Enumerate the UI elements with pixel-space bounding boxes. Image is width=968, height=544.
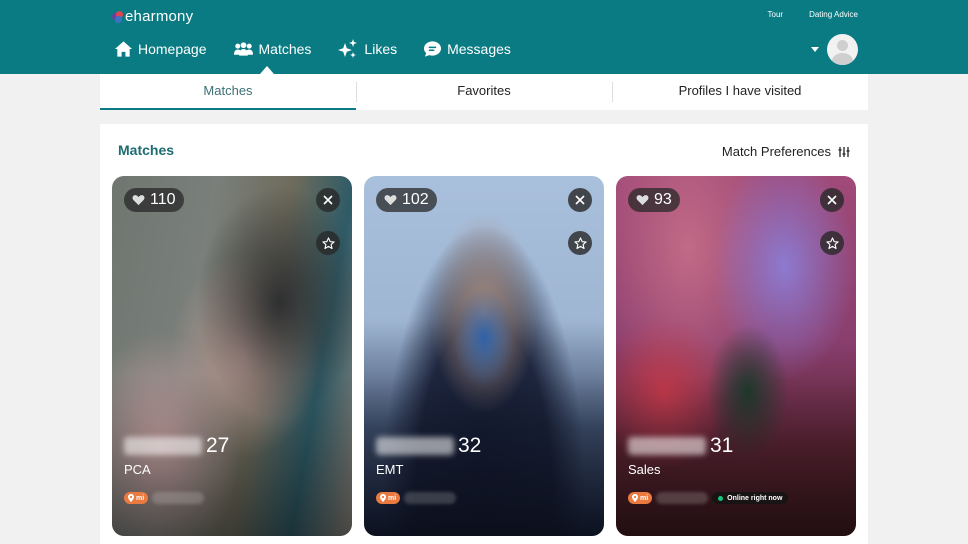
match-preferences-button[interactable]: Match Preferences bbox=[722, 144, 850, 159]
sparkle-icon bbox=[338, 39, 358, 58]
match-card[interactable]: 93 31 Sales mi Online right now bbox=[616, 176, 856, 536]
dismiss-button[interactable] bbox=[316, 188, 340, 212]
likes-badge: 110 bbox=[124, 188, 184, 212]
star-icon bbox=[321, 236, 335, 249]
dismiss-button[interactable] bbox=[568, 188, 592, 212]
location-pin-icon bbox=[632, 494, 638, 502]
likes-badge: 102 bbox=[376, 188, 437, 212]
top-links: Tour Dating Advice bbox=[768, 10, 858, 19]
meta-row: mi bbox=[124, 492, 205, 504]
location-pin-icon bbox=[380, 494, 386, 502]
meta-row: mi Online right now bbox=[628, 492, 789, 504]
close-icon bbox=[323, 195, 333, 205]
blurred-location bbox=[404, 492, 457, 504]
online-status-badge: Online right now bbox=[712, 492, 789, 504]
brand-name: eharmony bbox=[125, 8, 194, 25]
heart-icon bbox=[384, 195, 397, 206]
meta-row: mi bbox=[376, 492, 457, 504]
distance-badge: mi bbox=[124, 492, 149, 504]
favorite-button[interactable] bbox=[820, 231, 844, 255]
blurred-location bbox=[656, 492, 709, 504]
match-tabs: Matches Favorites Profiles I have visite… bbox=[100, 74, 868, 110]
blurred-location bbox=[152, 492, 205, 504]
occupation: Sales bbox=[628, 462, 661, 477]
likes-count: 93 bbox=[654, 191, 672, 208]
name-age-row: 31 bbox=[628, 434, 733, 458]
logo-icon bbox=[112, 10, 124, 23]
matches-panel: Matches Match Preferences 110 27 PCA mi … bbox=[100, 124, 868, 544]
nav-messages[interactable]: Messages bbox=[423, 40, 511, 58]
favorite-button[interactable] bbox=[568, 231, 592, 255]
eharmony-logo[interactable]: eharmony bbox=[112, 8, 193, 25]
close-icon bbox=[827, 195, 837, 205]
location-pin-icon bbox=[128, 494, 134, 502]
sliders-icon bbox=[838, 146, 850, 157]
star-icon bbox=[573, 236, 587, 249]
distance-badge: mi bbox=[376, 492, 401, 504]
main-nav: Homepage Matches Likes Messages bbox=[114, 38, 537, 60]
likes-badge: 93 bbox=[628, 188, 680, 212]
star-icon bbox=[825, 236, 839, 249]
close-icon bbox=[575, 195, 585, 205]
nav-likes-label: Likes bbox=[364, 41, 398, 57]
tour-link[interactable]: Tour bbox=[768, 10, 784, 19]
active-nav-indicator bbox=[260, 66, 274, 74]
tab-separator bbox=[0, 110, 968, 124]
nav-homepage-label: Homepage bbox=[138, 41, 207, 57]
section-title: Matches bbox=[118, 142, 175, 158]
match-cards: 110 27 PCA mi 102 32 EMT mi 93 31 Sales … bbox=[112, 176, 856, 536]
likes-count: 110 bbox=[150, 191, 176, 208]
blurred-name bbox=[628, 437, 706, 455]
nav-messages-label: Messages bbox=[447, 41, 511, 57]
people-icon bbox=[233, 42, 253, 56]
tab-favorites[interactable]: Favorites bbox=[356, 74, 612, 110]
avatar[interactable] bbox=[827, 34, 858, 65]
match-card[interactable]: 110 27 PCA mi bbox=[112, 176, 352, 536]
age: 27 bbox=[206, 434, 230, 457]
dismiss-button[interactable] bbox=[820, 188, 844, 212]
blurred-name bbox=[376, 437, 454, 455]
online-dot-icon bbox=[718, 495, 724, 501]
nav-likes[interactable]: Likes bbox=[337, 38, 397, 60]
chat-icon bbox=[424, 41, 442, 57]
heart-icon bbox=[132, 195, 145, 206]
occupation: EMT bbox=[376, 462, 404, 477]
blurred-name bbox=[124, 437, 202, 455]
tab-matches[interactable]: Matches bbox=[100, 74, 356, 110]
occupation: PCA bbox=[124, 462, 151, 477]
nav-matches[interactable]: Matches bbox=[233, 41, 312, 57]
home-icon bbox=[114, 41, 133, 57]
name-age-row: 27 bbox=[124, 434, 229, 458]
top-header: eharmony Tour Dating Advice Homepage Mat… bbox=[0, 0, 968, 74]
age: 31 bbox=[710, 434, 734, 457]
nav-homepage[interactable]: Homepage bbox=[114, 40, 207, 58]
dropdown-caret-icon[interactable] bbox=[811, 47, 819, 52]
likes-count: 102 bbox=[402, 191, 429, 208]
match-preferences-label: Match Preferences bbox=[721, 144, 831, 159]
nav-matches-label: Matches bbox=[258, 41, 312, 57]
tab-profiles-visited[interactable]: Profiles I have visited bbox=[612, 74, 868, 110]
age: 32 bbox=[458, 434, 482, 457]
heart-icon bbox=[636, 195, 649, 206]
name-age-row: 32 bbox=[376, 434, 481, 458]
user-menu[interactable] bbox=[811, 34, 858, 65]
distance-badge: mi bbox=[628, 492, 653, 504]
dating-advice-link[interactable]: Dating Advice bbox=[809, 10, 858, 19]
favorite-button[interactable] bbox=[316, 231, 340, 255]
match-card[interactable]: 102 32 EMT mi bbox=[364, 176, 604, 536]
